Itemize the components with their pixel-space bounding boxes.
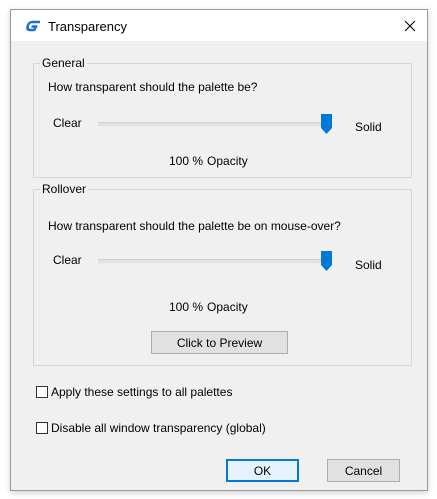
cancel-button[interactable]: Cancel (327, 459, 400, 482)
ok-button[interactable]: OK (226, 459, 299, 482)
apply-all-option[interactable]: Apply these settings to all palettes (36, 385, 232, 399)
rollover-slider-track[interactable] (98, 259, 328, 264)
rollover-slider-thumb[interactable] (321, 251, 332, 271)
transparency-dialog: Transparency General How transparent sho… (10, 9, 428, 491)
rollover-opacity-label: Opacity (207, 300, 248, 314)
rollover-group-legend: Rollover (40, 182, 89, 196)
general-opacity-label: Opacity (207, 154, 248, 168)
apply-all-checkbox[interactable] (36, 386, 48, 398)
general-clear-label: Clear (53, 116, 82, 130)
title-bar: Transparency (11, 10, 427, 41)
general-group: General How transparent should the palet… (33, 56, 412, 178)
general-slider-thumb[interactable] (321, 114, 332, 134)
rollover-clear-label: Clear (53, 253, 82, 267)
disable-all-label[interactable]: Disable all window transparency (global) (51, 421, 266, 435)
general-prompt: How transparent should the palette be? (48, 80, 258, 94)
rollover-opacity-value: 100 % (169, 300, 204, 314)
general-slider-track[interactable] (98, 122, 328, 127)
rollover-prompt: How transparent should the palette be on… (48, 219, 341, 233)
rollover-group: Rollover How transparent should the pale… (33, 182, 412, 366)
apply-all-label[interactable]: Apply these settings to all palettes (51, 385, 232, 399)
general-solid-label: Solid (355, 120, 382, 134)
rollover-opacity-readout: 100 % Opacity (169, 300, 252, 314)
close-icon (404, 20, 416, 31)
general-opacity-readout: 100 % Opacity (169, 154, 252, 168)
window-title: Transparency (48, 19, 127, 34)
general-opacity-value: 100 % (169, 154, 204, 168)
rollover-solid-label: Solid (355, 258, 382, 272)
close-button[interactable] (393, 10, 427, 41)
g-logo-icon (26, 20, 40, 32)
disable-all-option[interactable]: Disable all window transparency (global) (36, 421, 266, 435)
general-group-legend: General (40, 56, 87, 70)
disable-all-checkbox[interactable] (36, 422, 48, 434)
click-to-preview-button[interactable]: Click to Preview (151, 331, 288, 354)
